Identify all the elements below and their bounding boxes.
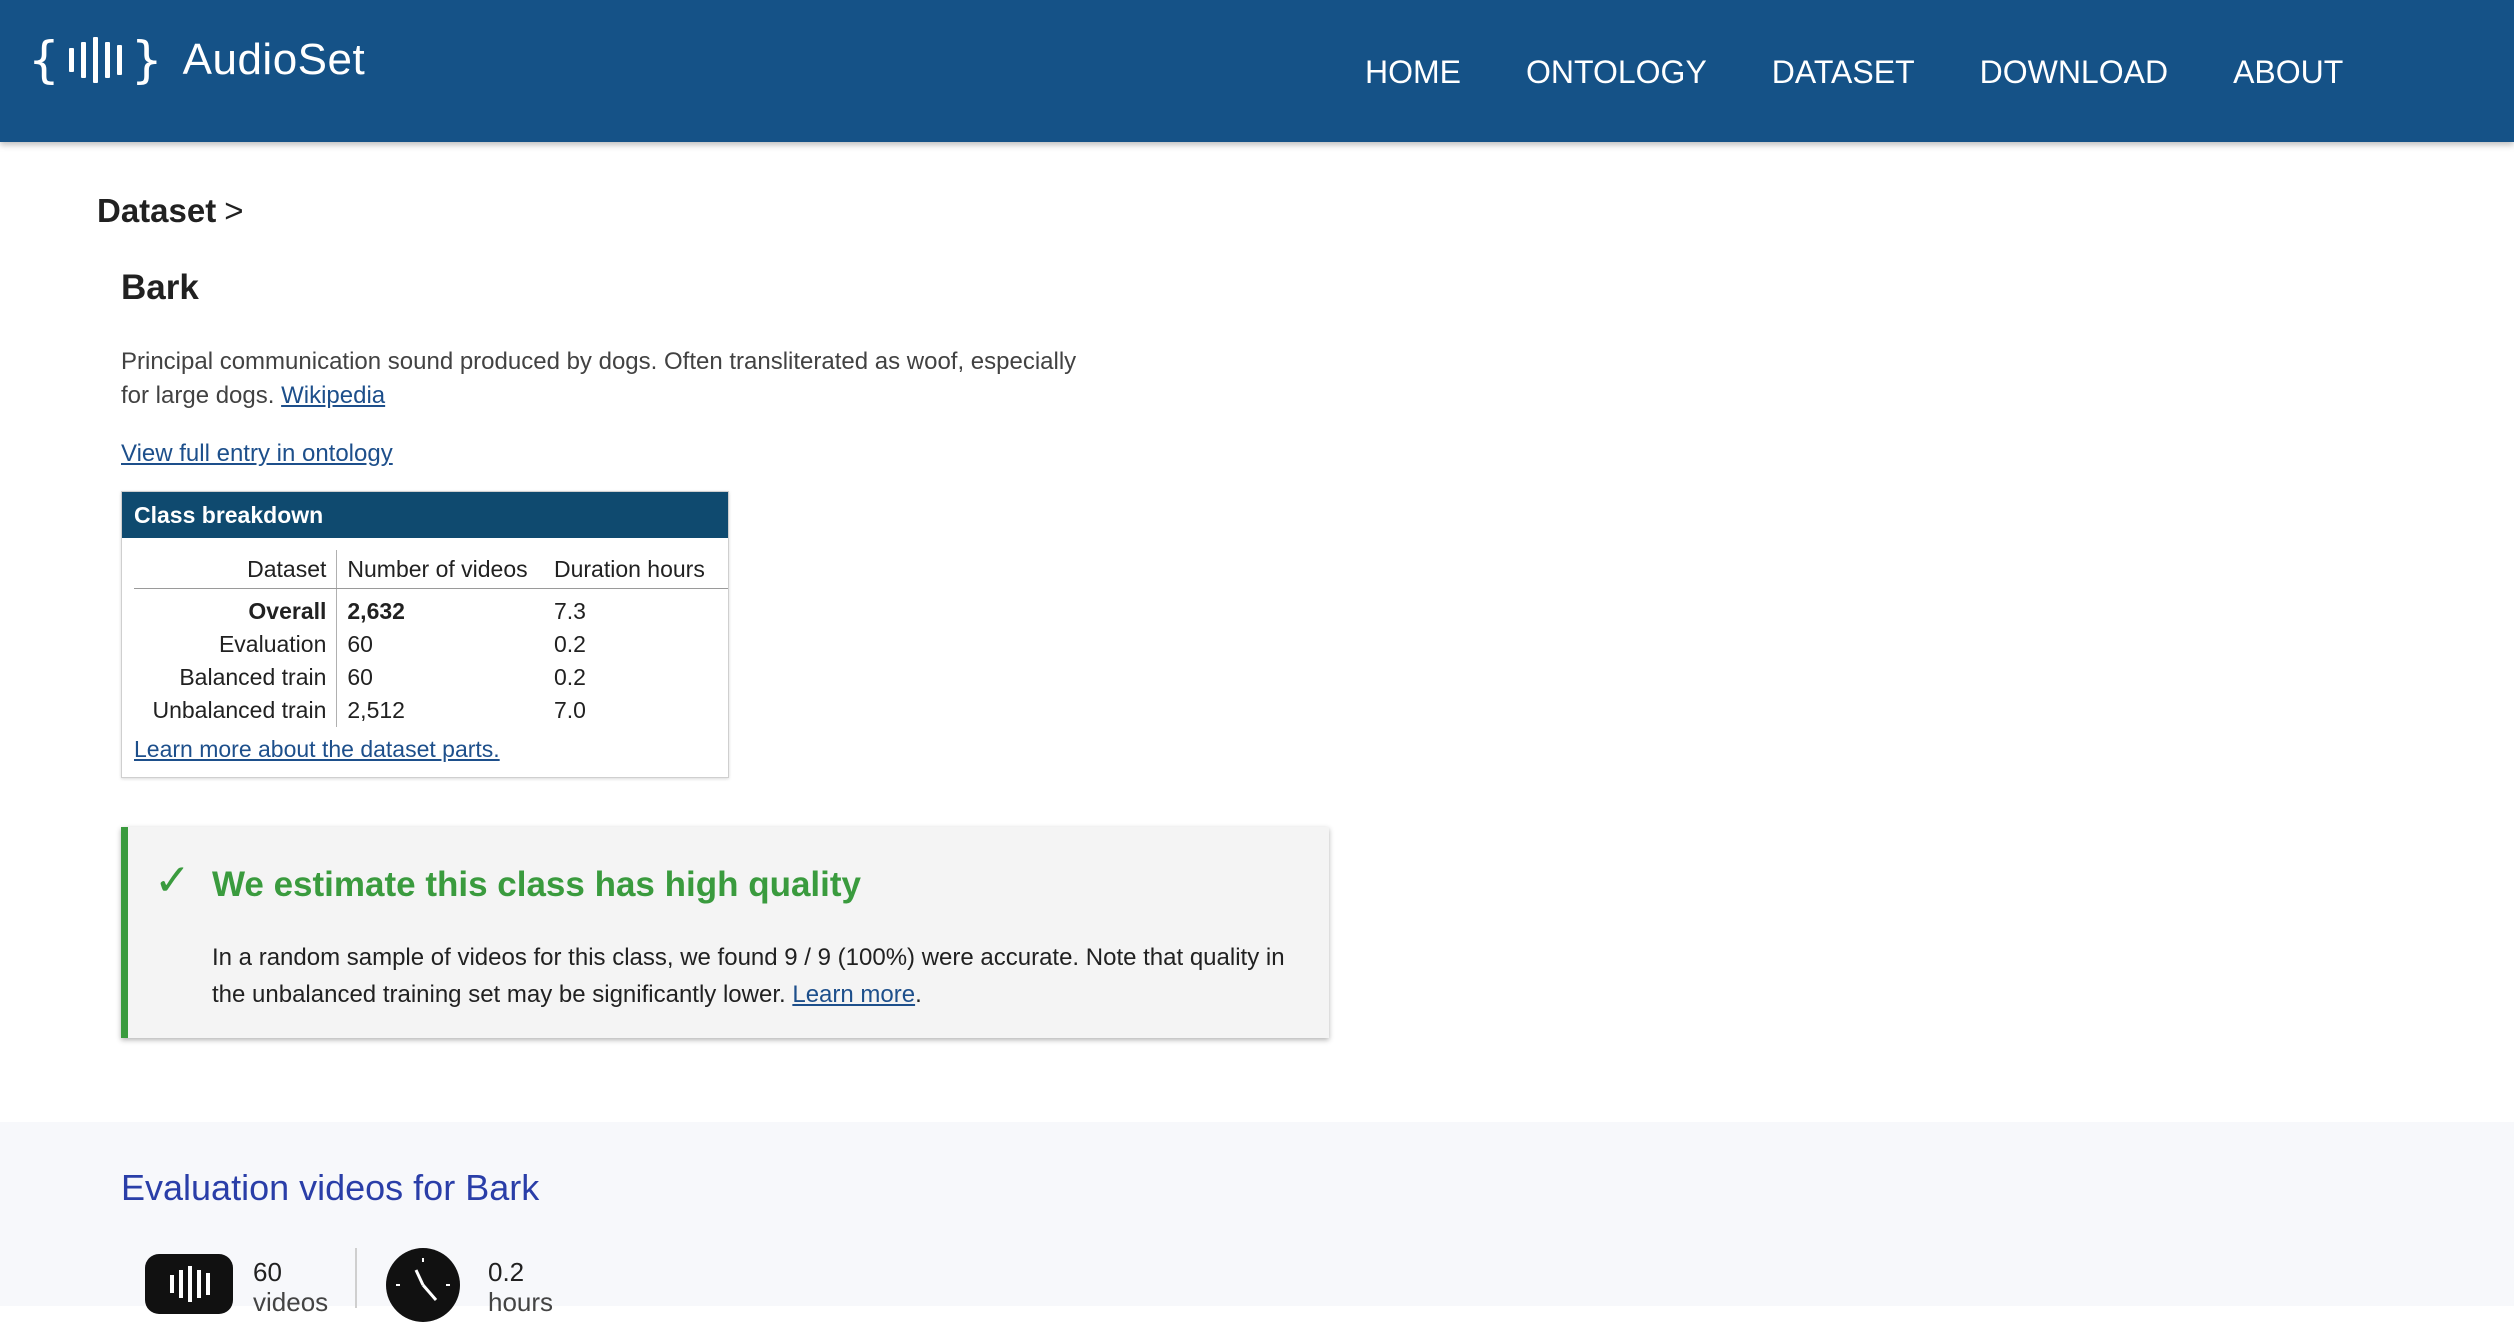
table-cell: 0.2 xyxy=(553,631,586,657)
table-row: Overall 2,632 7.3 xyxy=(134,588,728,628)
quality-text: In a random sample of videos for this cl… xyxy=(212,939,1302,1013)
stat-divider xyxy=(355,1248,357,1308)
class-breakdown-header: Class breakdown xyxy=(122,492,728,538)
main-nav: HOME ONTOLOGY DATASET DOWNLOAD ABOUT xyxy=(1365,52,2408,92)
table-header-row: Dataset Number of videos Duration hours xyxy=(134,550,728,589)
class-description: Principal communication sound produced b… xyxy=(121,345,1101,413)
column-header: Number of videos xyxy=(336,550,544,589)
table-cell: 2,512 xyxy=(347,697,405,723)
videos-unit: videos xyxy=(253,1287,329,1317)
description-text: Principal communication sound produced b… xyxy=(121,348,1077,409)
table-cell: 60 xyxy=(347,631,373,657)
class-title: Bark xyxy=(121,268,199,307)
quality-learn-more-link[interactable]: Learn more xyxy=(792,981,915,1008)
breadcrumb: Dataset > xyxy=(97,192,244,230)
table-cell: Evaluation xyxy=(134,628,338,661)
nav-dataset[interactable]: DATASET xyxy=(1772,52,1915,92)
videos-icon xyxy=(145,1254,233,1314)
table-cell: Overall xyxy=(134,588,338,628)
view-ontology-link[interactable]: View full entry in ontology xyxy=(121,437,393,471)
table-row: Evaluation 60 0.2 xyxy=(134,628,728,661)
evaluation-section: Evaluation videos for Bark 60 videos 0.2… xyxy=(0,1122,2514,1322)
videos-count: 60 xyxy=(253,1257,282,1287)
top-navigation-bar: { } AudioSet HOME ONTOLOGY DATASET DOWNL… xyxy=(0,0,2514,142)
table-row: Unbalanced train 2,512 7.0 xyxy=(134,694,728,727)
column-header: Duration hours xyxy=(543,550,728,589)
table-cell: Balanced train xyxy=(134,661,338,694)
table-cell: 60 xyxy=(347,664,373,690)
brand-home-link[interactable]: { } AudioSet xyxy=(28,30,365,90)
quality-notice: ✓ We estimate this class has high qualit… xyxy=(121,827,1329,1038)
column-header: Dataset xyxy=(134,550,338,589)
table-cell: 0.2 xyxy=(553,664,586,690)
breadcrumb-separator: > xyxy=(224,192,244,229)
quality-title: We estimate this class has high quality xyxy=(212,865,862,904)
class-breakdown-card: Class breakdown Dataset Number of videos… xyxy=(121,491,729,778)
table-cell: 2,632 xyxy=(347,598,405,624)
nav-about[interactable]: ABOUT xyxy=(2233,52,2343,92)
check-icon: ✓ xyxy=(154,855,191,906)
nav-download[interactable]: DOWNLOAD xyxy=(1980,52,2168,92)
clock-icon xyxy=(386,1248,460,1322)
breadcrumb-dataset-link[interactable]: Dataset xyxy=(97,192,216,229)
quality-trailing: . xyxy=(915,981,922,1008)
class-breakdown-table: Dataset Number of videos Duration hours … xyxy=(134,550,728,727)
evaluation-title: Evaluation videos for Bark xyxy=(121,1167,540,1208)
table-cell: 7.3 xyxy=(553,598,586,624)
nav-ontology[interactable]: ONTOLOGY xyxy=(1526,52,1707,92)
table-cell: 7.0 xyxy=(553,697,586,723)
hours-unit: hours xyxy=(488,1287,554,1317)
brand-name: AudioSet xyxy=(182,35,366,84)
quality-body: In a random sample of videos for this cl… xyxy=(212,944,1285,1008)
hours-count: 0.2 xyxy=(488,1257,525,1287)
dataset-parts-link[interactable]: Learn more about the dataset parts. xyxy=(134,736,500,763)
table-row: Balanced train 60 0.2 xyxy=(134,661,728,694)
wikipedia-link[interactable]: Wikipedia xyxy=(281,382,385,409)
table-cell: Unbalanced train xyxy=(134,694,338,727)
audioset-logo-icon: { } xyxy=(28,31,163,89)
nav-home[interactable]: HOME xyxy=(1365,52,1461,92)
